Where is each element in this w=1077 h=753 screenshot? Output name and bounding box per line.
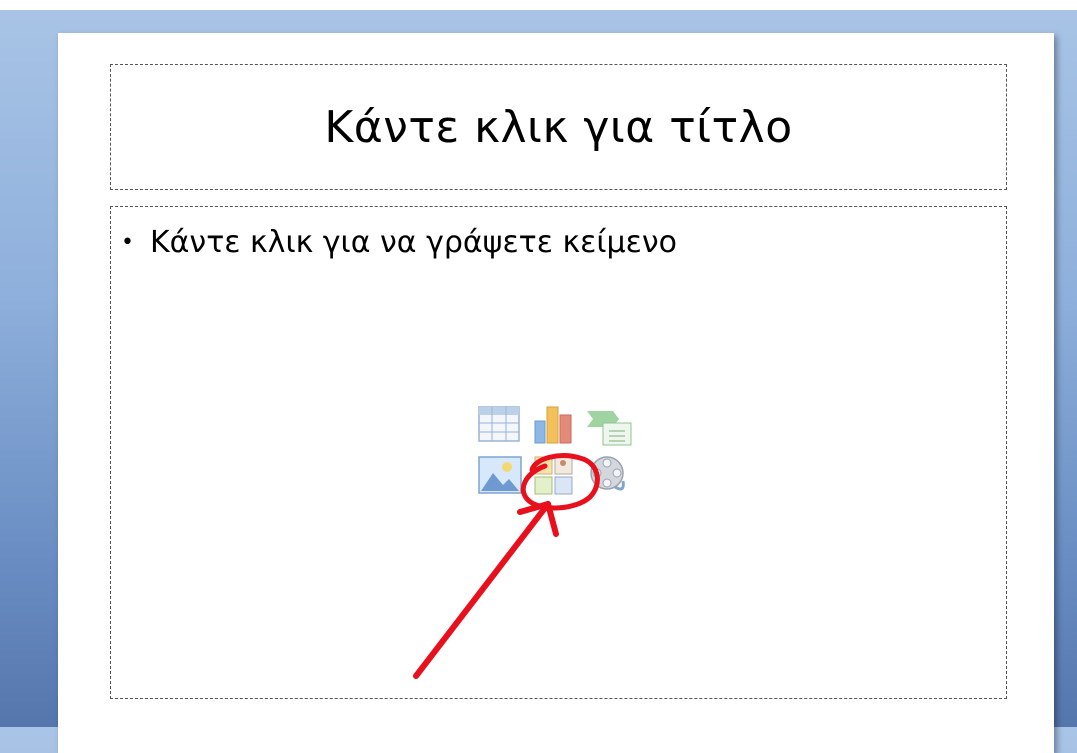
- content-placeholder[interactable]: • Κάντε κλικ για να γράψετε κείμενο: [110, 206, 1007, 699]
- bullet-marker: •: [121, 230, 134, 255]
- insert-media-icon[interactable]: [585, 453, 631, 497]
- title-placeholder-text: Κάντε κλικ για τίτλο: [324, 101, 793, 153]
- insert-smartart-icon[interactable]: [585, 405, 632, 449]
- content-placeholder-text: Κάντε κλικ για να γράψετε κείμενο: [149, 225, 677, 260]
- insert-clipart-icon[interactable]: [531, 453, 577, 497]
- insert-picture-icon[interactable]: [477, 453, 523, 497]
- content-icon-grid: [473, 403, 641, 503]
- window-top-edge: [0, 0, 1077, 10]
- insert-chart-icon[interactable]: [531, 403, 577, 447]
- title-placeholder[interactable]: Κάντε κλικ για τίτλο: [110, 64, 1007, 190]
- bullet-line: • Κάντε κλικ για να γράψετε κείμενο: [121, 225, 677, 260]
- insert-table-icon[interactable]: [477, 403, 523, 447]
- slide-canvas: Κάντε κλικ για τίτλο • Κάντε κλικ για να…: [58, 33, 1054, 753]
